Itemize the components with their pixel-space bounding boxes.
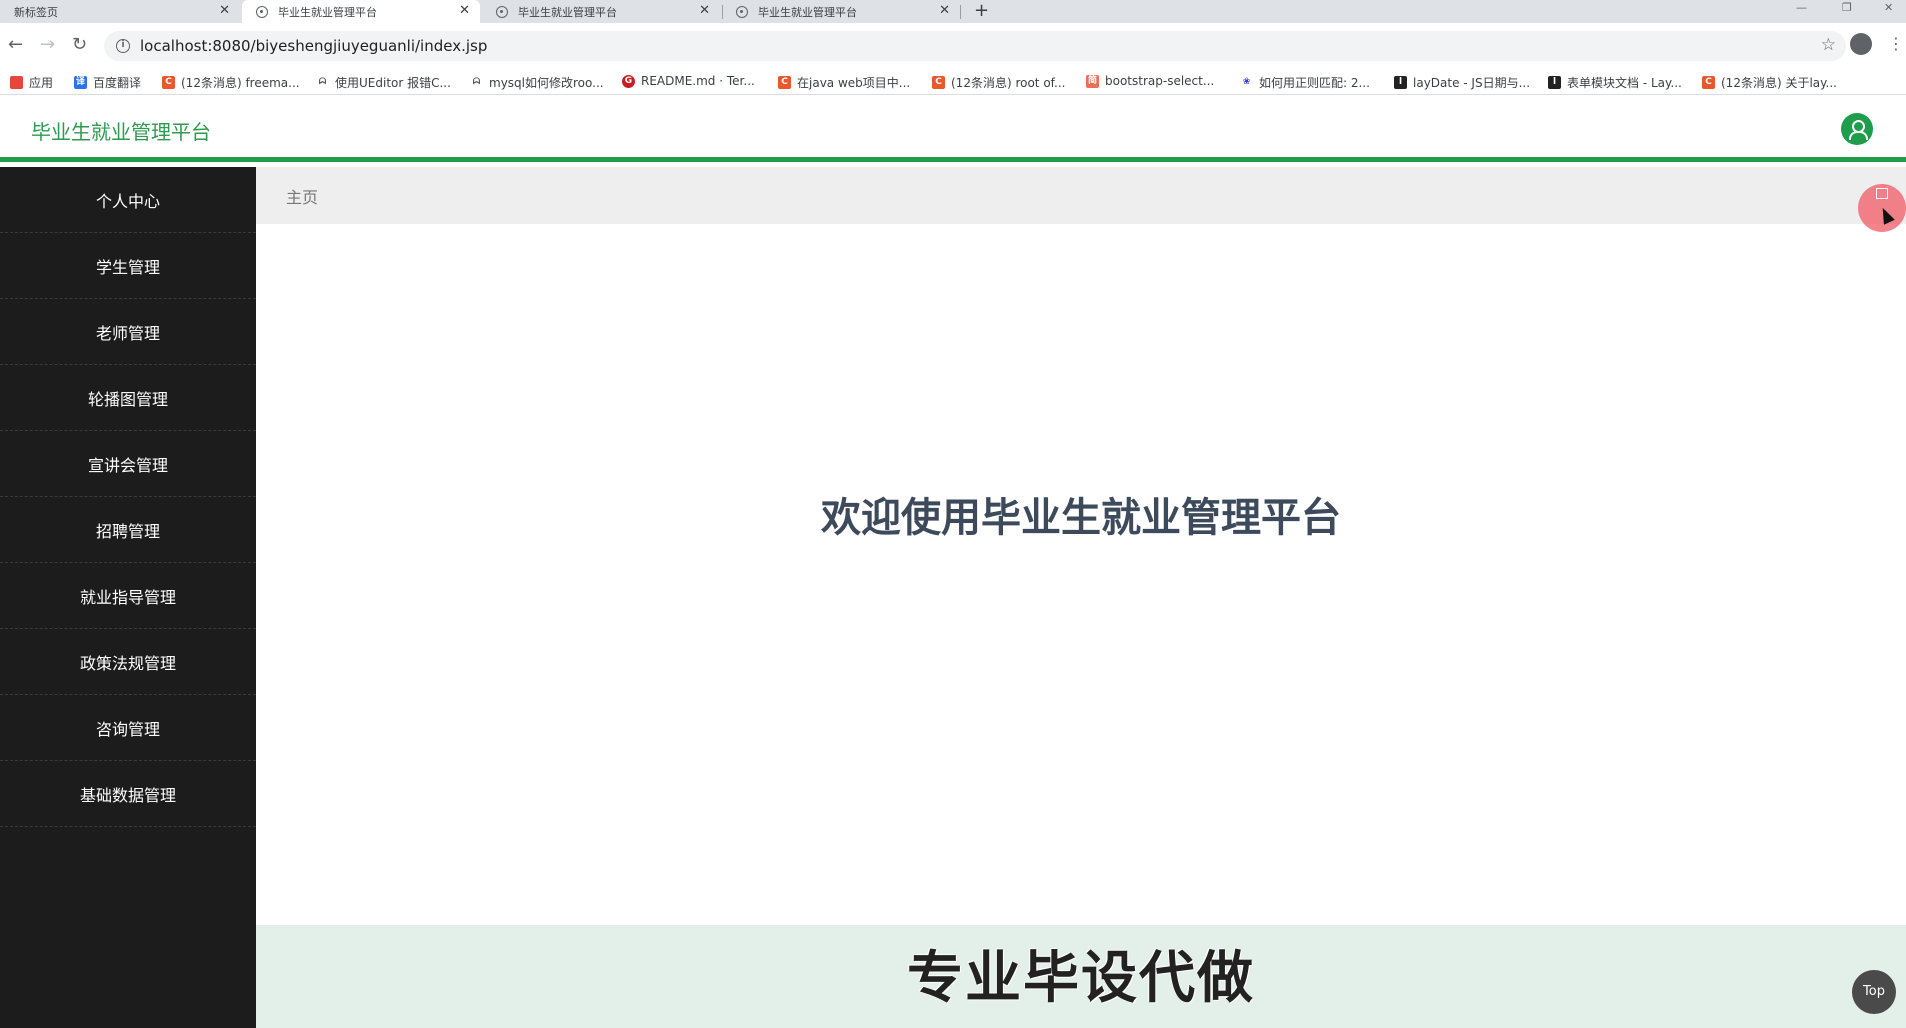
browser-toolbar: ← → ↻ i localhost:8080/biyeshengjiuyegua… [0, 23, 1906, 69]
sidebar-item-label: 招聘管理 [95, 521, 160, 541]
url-text[interactable]: localhost:8080/biyeshengjiuyeguanli/inde… [140, 37, 487, 55]
sidebar: 个人中心 学生管理 老师管理 轮播图管理 宣讲会管理 招聘管理 就业指导管理 政… [0, 167, 256, 1028]
sidebar-item-personal-center[interactable]: 个人中心 [0, 167, 256, 233]
bookmark-item[interactable]: C (12条消息) root of... [932, 74, 1065, 91]
sidebar-item-label: 就业指导管理 [79, 587, 176, 607]
forward-icon[interactable]: → [40, 33, 55, 57]
sidebar-item-label: 老师管理 [95, 323, 160, 343]
breadcrumb-bar: 主页 [256, 167, 1906, 224]
tab-app-3[interactable]: 毕业生就业管理平台 ✕ [722, 0, 960, 23]
info-icon[interactable]: i [116, 39, 130, 53]
welcome-heading: 欢迎使用毕业生就业管理平台 [821, 495, 1341, 541]
reload-icon[interactable]: ↻ [72, 33, 87, 57]
sidebar-item-label: 学生管理 [95, 257, 160, 277]
csdn-icon: C [932, 76, 945, 89]
promo-banner: 专业毕设代做 [256, 925, 1906, 1028]
bookmark-item[interactable]: ᗣ mysql如何修改roo... [470, 74, 604, 91]
sidebar-item-label: 个人中心 [95, 191, 160, 211]
sidebar-item-guidance[interactable]: 就业指导管理 [0, 563, 256, 629]
restore-icon[interactable]: ❐ [1842, 0, 1852, 16]
app-header: 毕业生就业管理平台 [0, 96, 1906, 162]
close-icon[interactable]: ✕ [459, 3, 470, 18]
csdn-icon: C [162, 76, 175, 89]
layui-icon: l [1548, 76, 1561, 89]
sidebar-item-carousel[interactable]: 轮播图管理 [0, 365, 256, 431]
gitee-icon: G [622, 74, 635, 88]
address-bar[interactable]: i localhost:8080/biyeshengjiuyeguanli/in… [104, 31, 1846, 61]
user-avatar-icon[interactable] [1841, 113, 1873, 145]
bookmarks-bar: 应用 译百度翻译 C (12条消息) freema... ᗣ 使用UEditor 报… [0, 69, 1906, 95]
close-icon[interactable]: ✕ [699, 3, 710, 18]
tab-label: 毕业生就业管理平台 [518, 5, 617, 19]
csdn-icon: C [1702, 76, 1715, 89]
sidebar-item-label: 基础数据管理 [79, 785, 176, 805]
sidebar-item-students[interactable]: 学生管理 [0, 233, 256, 299]
favicon-icon [736, 5, 748, 18]
layui-icon: l [1394, 76, 1407, 89]
tab-label: 新标签页 [14, 5, 58, 19]
sidebar-item-policies[interactable]: 政策法规管理 [0, 629, 256, 695]
tab-label: 毕业生就业管理平台 [758, 5, 857, 19]
bookmark-star-icon[interactable]: ☆ [1821, 35, 1836, 55]
sidebar-item-label: 政策法规管理 [79, 653, 176, 673]
close-window-icon[interactable]: ✕ [1884, 0, 1893, 16]
bookmark-item[interactable]: 译百度翻译 [74, 74, 141, 91]
sidebar-item-lectures[interactable]: 宣讲会管理 [0, 431, 256, 497]
back-to-top-button[interactable]: Top [1852, 970, 1896, 1014]
bookmark-item[interactable]: l layDate - JS日期与... [1394, 74, 1530, 91]
tab-app-2[interactable]: 毕业生就业管理平台 ✕ [482, 0, 720, 23]
bookmark-item[interactable]: C 在java web项目中... [778, 74, 910, 91]
bookmark-item[interactable]: 简 bootstrap-select... [1086, 74, 1214, 88]
tab-label: 毕业生就业管理平台 [278, 5, 377, 19]
tab-divider [960, 5, 961, 19]
translate-icon: 译 [74, 76, 87, 89]
close-icon[interactable]: ✕ [219, 3, 230, 18]
apps-icon [10, 76, 23, 89]
breadcrumb[interactable]: 主页 [286, 184, 318, 208]
close-icon[interactable]: ✕ [939, 3, 950, 18]
tab-app-active[interactable]: 毕业生就业管理平台 ✕ [242, 0, 480, 23]
main-content: 主页 欢迎使用毕业生就业管理平台 专业毕设代做 [256, 167, 1906, 1028]
bird-icon: ᗣ [470, 76, 483, 89]
sidebar-item-basic-data[interactable]: 基础数据管理 [0, 761, 256, 827]
bookmark-item[interactable]: ❀ 如何用正则匹配: 2... [1240, 74, 1370, 91]
baidu-icon: ❀ [1240, 76, 1253, 89]
browser-tab-strip: 新标签页 ✕ 毕业生就业管理平台 ✕ 毕业生就业管理平台 ✕ 毕业生就业管理平台… [0, 0, 1906, 23]
sidebar-item-consulting[interactable]: 咨询管理 [0, 695, 256, 761]
sidebar-item-label: 轮播图管理 [87, 389, 168, 409]
bookmark-item[interactable]: ᗣ 使用UEditor 报错C... [316, 74, 451, 91]
profile-icon[interactable] [1850, 33, 1872, 55]
jianshu-icon: 简 [1086, 74, 1099, 88]
tab-new-tab[interactable]: 新标签页 ✕ [0, 0, 240, 23]
favicon-icon [496, 5, 508, 18]
bird-icon: ᗣ [316, 76, 329, 89]
sidebar-item-recruitment[interactable]: 招聘管理 [0, 497, 256, 563]
promo-text: 专业毕设代做 [907, 946, 1255, 1011]
app-title: 毕业生就业管理平台 [31, 120, 211, 144]
new-tab-button[interactable]: + [974, 0, 989, 22]
minimize-icon[interactable]: — [1796, 0, 1807, 16]
bookmark-apps[interactable]: 应用 [10, 74, 53, 91]
sidebar-item-label: 宣讲会管理 [87, 455, 168, 475]
bookmark-item[interactable]: l 表单模块文档 - Lay... [1548, 74, 1682, 91]
favicon-icon [256, 5, 268, 18]
csdn-icon: C [778, 76, 791, 89]
bookmark-item[interactable]: C (12条消息) freema... [162, 74, 300, 91]
bookmark-item[interactable]: C (12条消息) 关于lay... [1702, 74, 1837, 91]
sidebar-item-label: 咨询管理 [95, 719, 160, 739]
back-icon[interactable]: ← [8, 33, 23, 57]
sidebar-item-teachers[interactable]: 老师管理 [0, 299, 256, 365]
bookmark-item[interactable]: G README.md · Ter... [622, 74, 755, 88]
more-menu-icon[interactable]: ⋮ [1888, 33, 1904, 55]
